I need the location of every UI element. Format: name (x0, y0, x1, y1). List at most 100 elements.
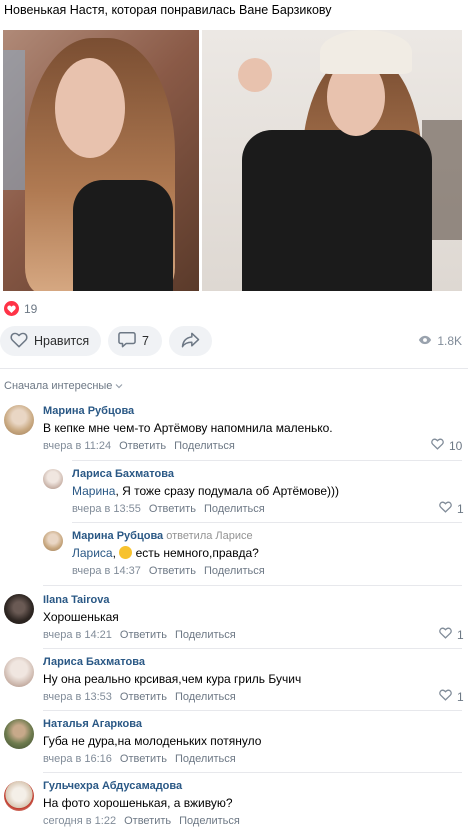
comment-meta: вчера в 14:37 Ответить Поделиться (72, 565, 265, 577)
divider (72, 522, 462, 523)
mention-link[interactable]: Марина (72, 484, 115, 498)
share-comment-button[interactable]: Поделиться (204, 565, 265, 577)
grimace-emoji-icon (119, 546, 133, 559)
heart-outline-icon (439, 501, 452, 516)
share-comment-button[interactable]: Поделиться (179, 815, 240, 827)
comment-meta: вчера в 11:24 Ответить Поделиться (43, 440, 235, 452)
comment-meta: сегодня в 1:22 Ответить Поделиться (43, 815, 240, 827)
comment-author[interactable]: Ilana Tairova (43, 594, 109, 606)
views-count: 1.8K (437, 334, 462, 348)
comment-time[interactable]: вчера в 13:55 (72, 503, 141, 515)
comment-meta: вчера в 13:53 Ответить Поделиться (43, 691, 236, 703)
avatar[interactable] (4, 405, 34, 435)
comment-text: Губа не дура,на молоденьких потянуло (43, 734, 262, 748)
chevron-down-icon (115, 380, 123, 392)
share-comment-button[interactable]: Поделиться (175, 753, 236, 765)
divider (43, 585, 462, 586)
comment-meta: вчера в 16:16 Ответить Поделиться (43, 753, 236, 765)
heart-icon (4, 301, 19, 316)
likes-count: 19 (24, 301, 38, 316)
divider (43, 710, 462, 711)
comment-text: На фото хорошенькая, а вживую? (43, 796, 233, 810)
heart-outline-icon (439, 689, 452, 704)
comment-text-body: , Я тоже сразу подумала об Артёмове))) (115, 484, 340, 498)
photo-hand (238, 58, 272, 92)
share-button[interactable] (169, 326, 212, 356)
photo-2[interactable] (202, 30, 462, 291)
comment-like-button[interactable]: 10 (431, 438, 462, 453)
comment-likes-count: 10 (449, 438, 463, 453)
comment-likes-count: 1 (457, 689, 464, 704)
comment-meta: вчера в 13:55 Ответить Поделиться (72, 503, 265, 515)
comment-author[interactable]: Лариса Бахматова (43, 656, 145, 668)
comments-sort-dropdown[interactable]: Сначала интересные (4, 380, 123, 392)
comment-time[interactable]: сегодня в 1:22 (43, 815, 116, 827)
comment-author[interactable]: Наталья Агаркова (43, 718, 142, 730)
comment-like-button[interactable]: 1 (439, 627, 464, 642)
like-button[interactable]: Нравится (0, 326, 101, 356)
share-comment-button[interactable]: Поделиться (204, 503, 265, 515)
divider (43, 648, 462, 649)
comment-button[interactable]: 7 (108, 326, 162, 356)
divider (0, 368, 468, 369)
photo-shirt (242, 130, 432, 291)
avatar[interactable] (43, 469, 63, 489)
comment-text: Ну она реально крсивая,чем кура гриль Бу… (43, 672, 302, 686)
comment-likes-count: 1 (457, 627, 464, 642)
views-counter: 1.8K (418, 334, 462, 348)
comment-time[interactable]: вчера в 14:21 (43, 629, 112, 641)
like-label: Нравится (34, 334, 90, 348)
reply-button[interactable]: Ответить (149, 565, 196, 577)
comment-text: Лариса, есть немного,правда? (72, 546, 259, 560)
post-photos (3, 30, 462, 291)
comment-text: Хорошенькая (43, 610, 119, 624)
comment-meta: вчера в 14:21 Ответить Поделиться (43, 629, 236, 641)
avatar[interactable] (4, 657, 34, 687)
avatar[interactable] (4, 781, 34, 811)
comment-time[interactable]: вчера в 13:53 (43, 691, 112, 703)
comment-text-body: есть немного,правда? (135, 546, 259, 560)
post-text: Новенькая Настя, которая понравилась Ван… (4, 3, 332, 17)
heart-outline-icon (10, 332, 28, 351)
reply-button[interactable]: Ответить (120, 629, 167, 641)
heart-outline-icon (439, 627, 452, 642)
reply-button[interactable]: Ответить (124, 815, 171, 827)
reply-button[interactable]: Ответить (120, 691, 167, 703)
photo-1[interactable] (3, 30, 199, 291)
comment-time[interactable]: вчера в 16:16 (43, 753, 112, 765)
share-comment-button[interactable]: Поделиться (175, 691, 236, 703)
reply-button[interactable]: Ответить (149, 503, 196, 515)
reply-button[interactable]: Ответить (119, 440, 166, 452)
comment-author[interactable]: Марина Рубцова ответила Ларисе (72, 530, 253, 542)
replied-to-label[interactable]: ответила Ларисе (166, 530, 252, 542)
heart-outline-icon (431, 438, 444, 453)
comment-like-button[interactable]: 1 (439, 689, 464, 704)
post-likes-summary[interactable]: 19 (4, 301, 37, 316)
eye-icon (418, 334, 432, 348)
divider (43, 772, 462, 773)
comment-text: В кепке мне чем-то Артёмову напомнила ма… (43, 421, 333, 435)
background-window (3, 50, 25, 190)
share-comment-button[interactable]: Поделиться (175, 629, 236, 641)
comment-icon (118, 331, 136, 351)
comment-author[interactable]: Марина Рубцова (43, 405, 134, 417)
photo-shirt (73, 180, 173, 291)
comment-time[interactable]: вчера в 14:37 (72, 565, 141, 577)
avatar[interactable] (4, 594, 34, 624)
comment-like-button[interactable]: 1 (439, 501, 464, 516)
comment-time[interactable]: вчера в 11:24 (43, 440, 111, 452)
comment-author[interactable]: Гульчехра Абдусамадова (43, 780, 182, 792)
divider (72, 460, 462, 461)
share-icon (181, 332, 200, 351)
comment-author-name[interactable]: Марина Рубцова (72, 530, 163, 542)
comment-likes-count: 1 (457, 501, 464, 516)
photo-cap (320, 30, 412, 74)
mention-link[interactable]: Лариса (72, 546, 113, 560)
reply-button[interactable]: Ответить (120, 753, 167, 765)
comment-author[interactable]: Лариса Бахматова (72, 468, 174, 480)
photo-face (55, 58, 125, 158)
post-actions: Нравится 7 1.8K (0, 326, 468, 358)
share-comment-button[interactable]: Поделиться (174, 440, 235, 452)
avatar[interactable] (43, 531, 63, 551)
avatar[interactable] (4, 719, 34, 749)
